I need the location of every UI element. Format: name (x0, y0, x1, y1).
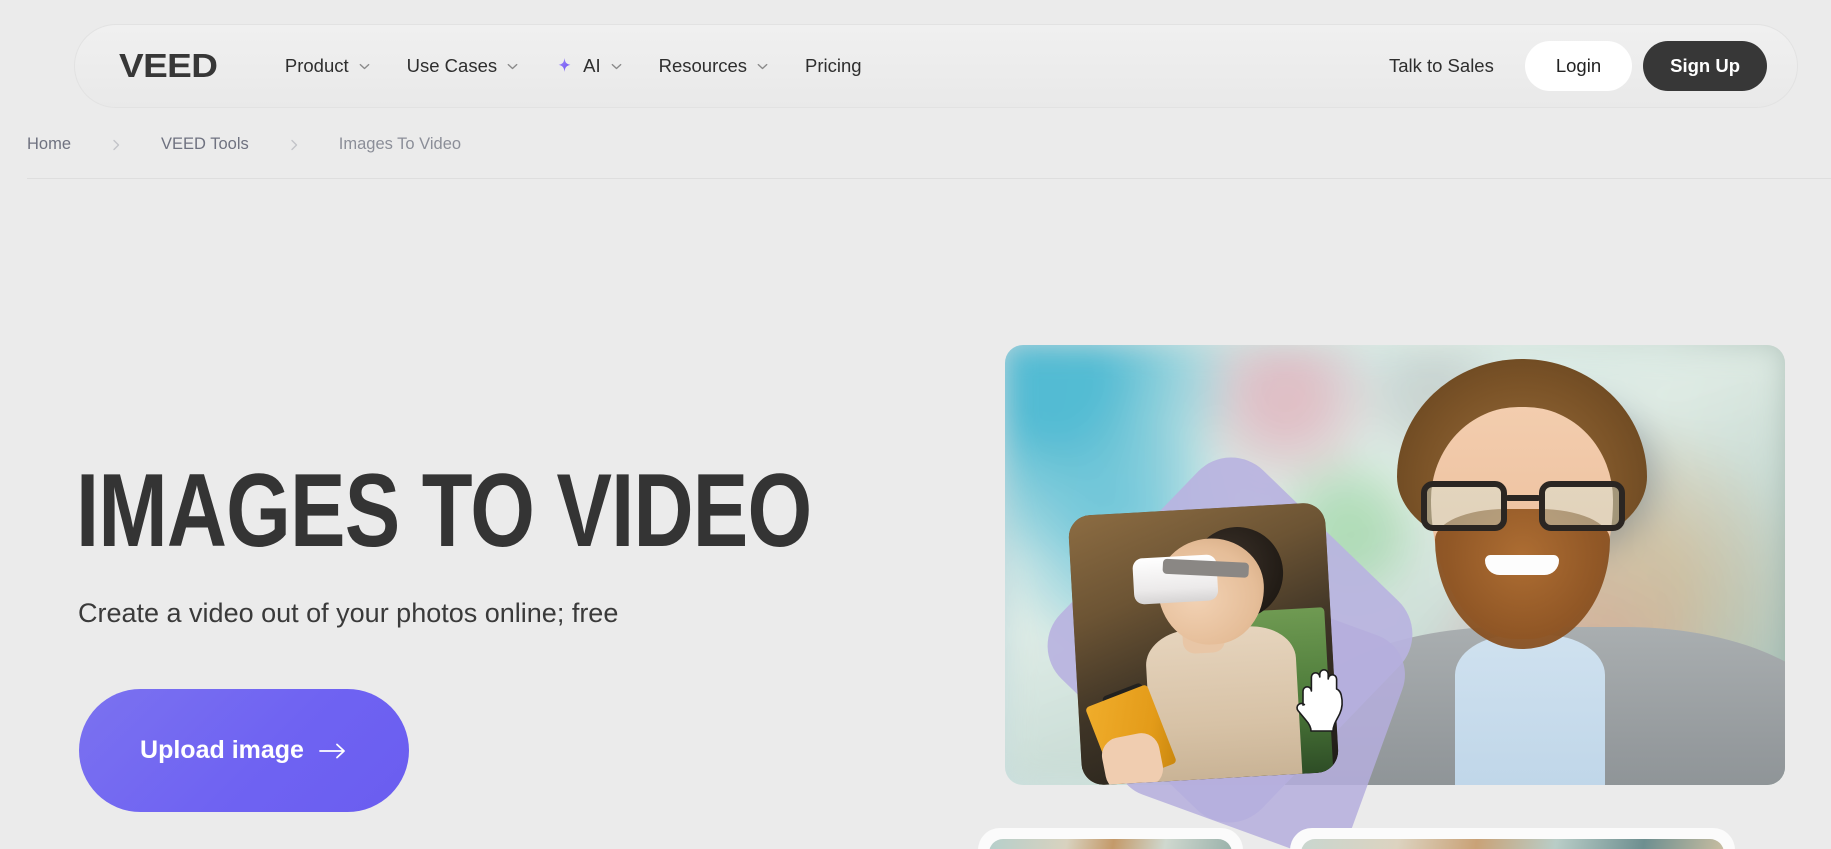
grab-hand-cursor-icon[interactable] (1291, 665, 1357, 737)
breadcrumb: Home VEED Tools Images To Video (27, 133, 461, 156)
breadcrumb-item-home[interactable]: Home (27, 133, 71, 156)
nav-item-pricing[interactable]: Pricing (787, 45, 880, 87)
preview-card[interactable] (978, 828, 1243, 849)
chevron-down-icon (358, 60, 371, 73)
preview-thumbnail (989, 839, 1232, 849)
signup-button[interactable]: Sign Up (1643, 41, 1767, 91)
nav-links: Product Use Cases AI Resources Pricing (267, 45, 880, 87)
main-navbar: VEED Product Use Cases AI Resources Pric… (74, 24, 1798, 108)
hero-subtitle: Create a video out of your photos online… (78, 598, 619, 628)
chevron-right-icon (108, 137, 124, 153)
sparkle-icon (555, 57, 574, 76)
talk-to-sales-link[interactable]: Talk to Sales (1373, 45, 1510, 87)
nav-item-use-cases[interactable]: Use Cases (389, 45, 537, 87)
breadcrumb-divider (27, 178, 1831, 179)
shirt (1455, 635, 1605, 785)
chevron-right-icon (286, 137, 302, 153)
preview-thumbnail (1301, 839, 1724, 849)
nav-actions: Talk to Sales Login Sign Up (1373, 41, 1773, 91)
breadcrumb-item-veed-tools[interactable]: VEED Tools (161, 133, 249, 156)
glasses-icon (1421, 481, 1625, 533)
person-portrait (1285, 359, 1785, 785)
chevron-down-icon (506, 60, 519, 73)
nav-item-product[interactable]: Product (267, 45, 389, 87)
preview-card[interactable] (1290, 828, 1735, 849)
chevron-down-icon (610, 60, 623, 73)
upload-image-button-label: Upload image (140, 736, 304, 764)
nav-item-label: Pricing (805, 55, 862, 76)
upload-image-button[interactable]: Upload image (79, 689, 409, 812)
page-title: IMAGES TO VIDEO (76, 453, 812, 569)
veed-logo[interactable]: VEED (119, 47, 218, 86)
nav-item-label: AI (583, 55, 601, 76)
smile (1485, 555, 1559, 575)
nav-item-label: Use Cases (406, 55, 498, 76)
nav-item-label: Resources (658, 55, 748, 76)
breadcrumb-item-images-to-video: Images To Video (338, 135, 462, 153)
nav-item-resources[interactable]: Resources (641, 45, 787, 87)
hero-media (1005, 345, 1785, 849)
nav-item-label: Product (284, 55, 349, 76)
chevron-down-icon (756, 60, 769, 73)
nav-item-ai[interactable]: AI (537, 45, 640, 87)
arrow-right-icon (318, 741, 348, 761)
hero-inset-photo[interactable] (1067, 502, 1340, 786)
login-button[interactable]: Login (1524, 41, 1633, 91)
